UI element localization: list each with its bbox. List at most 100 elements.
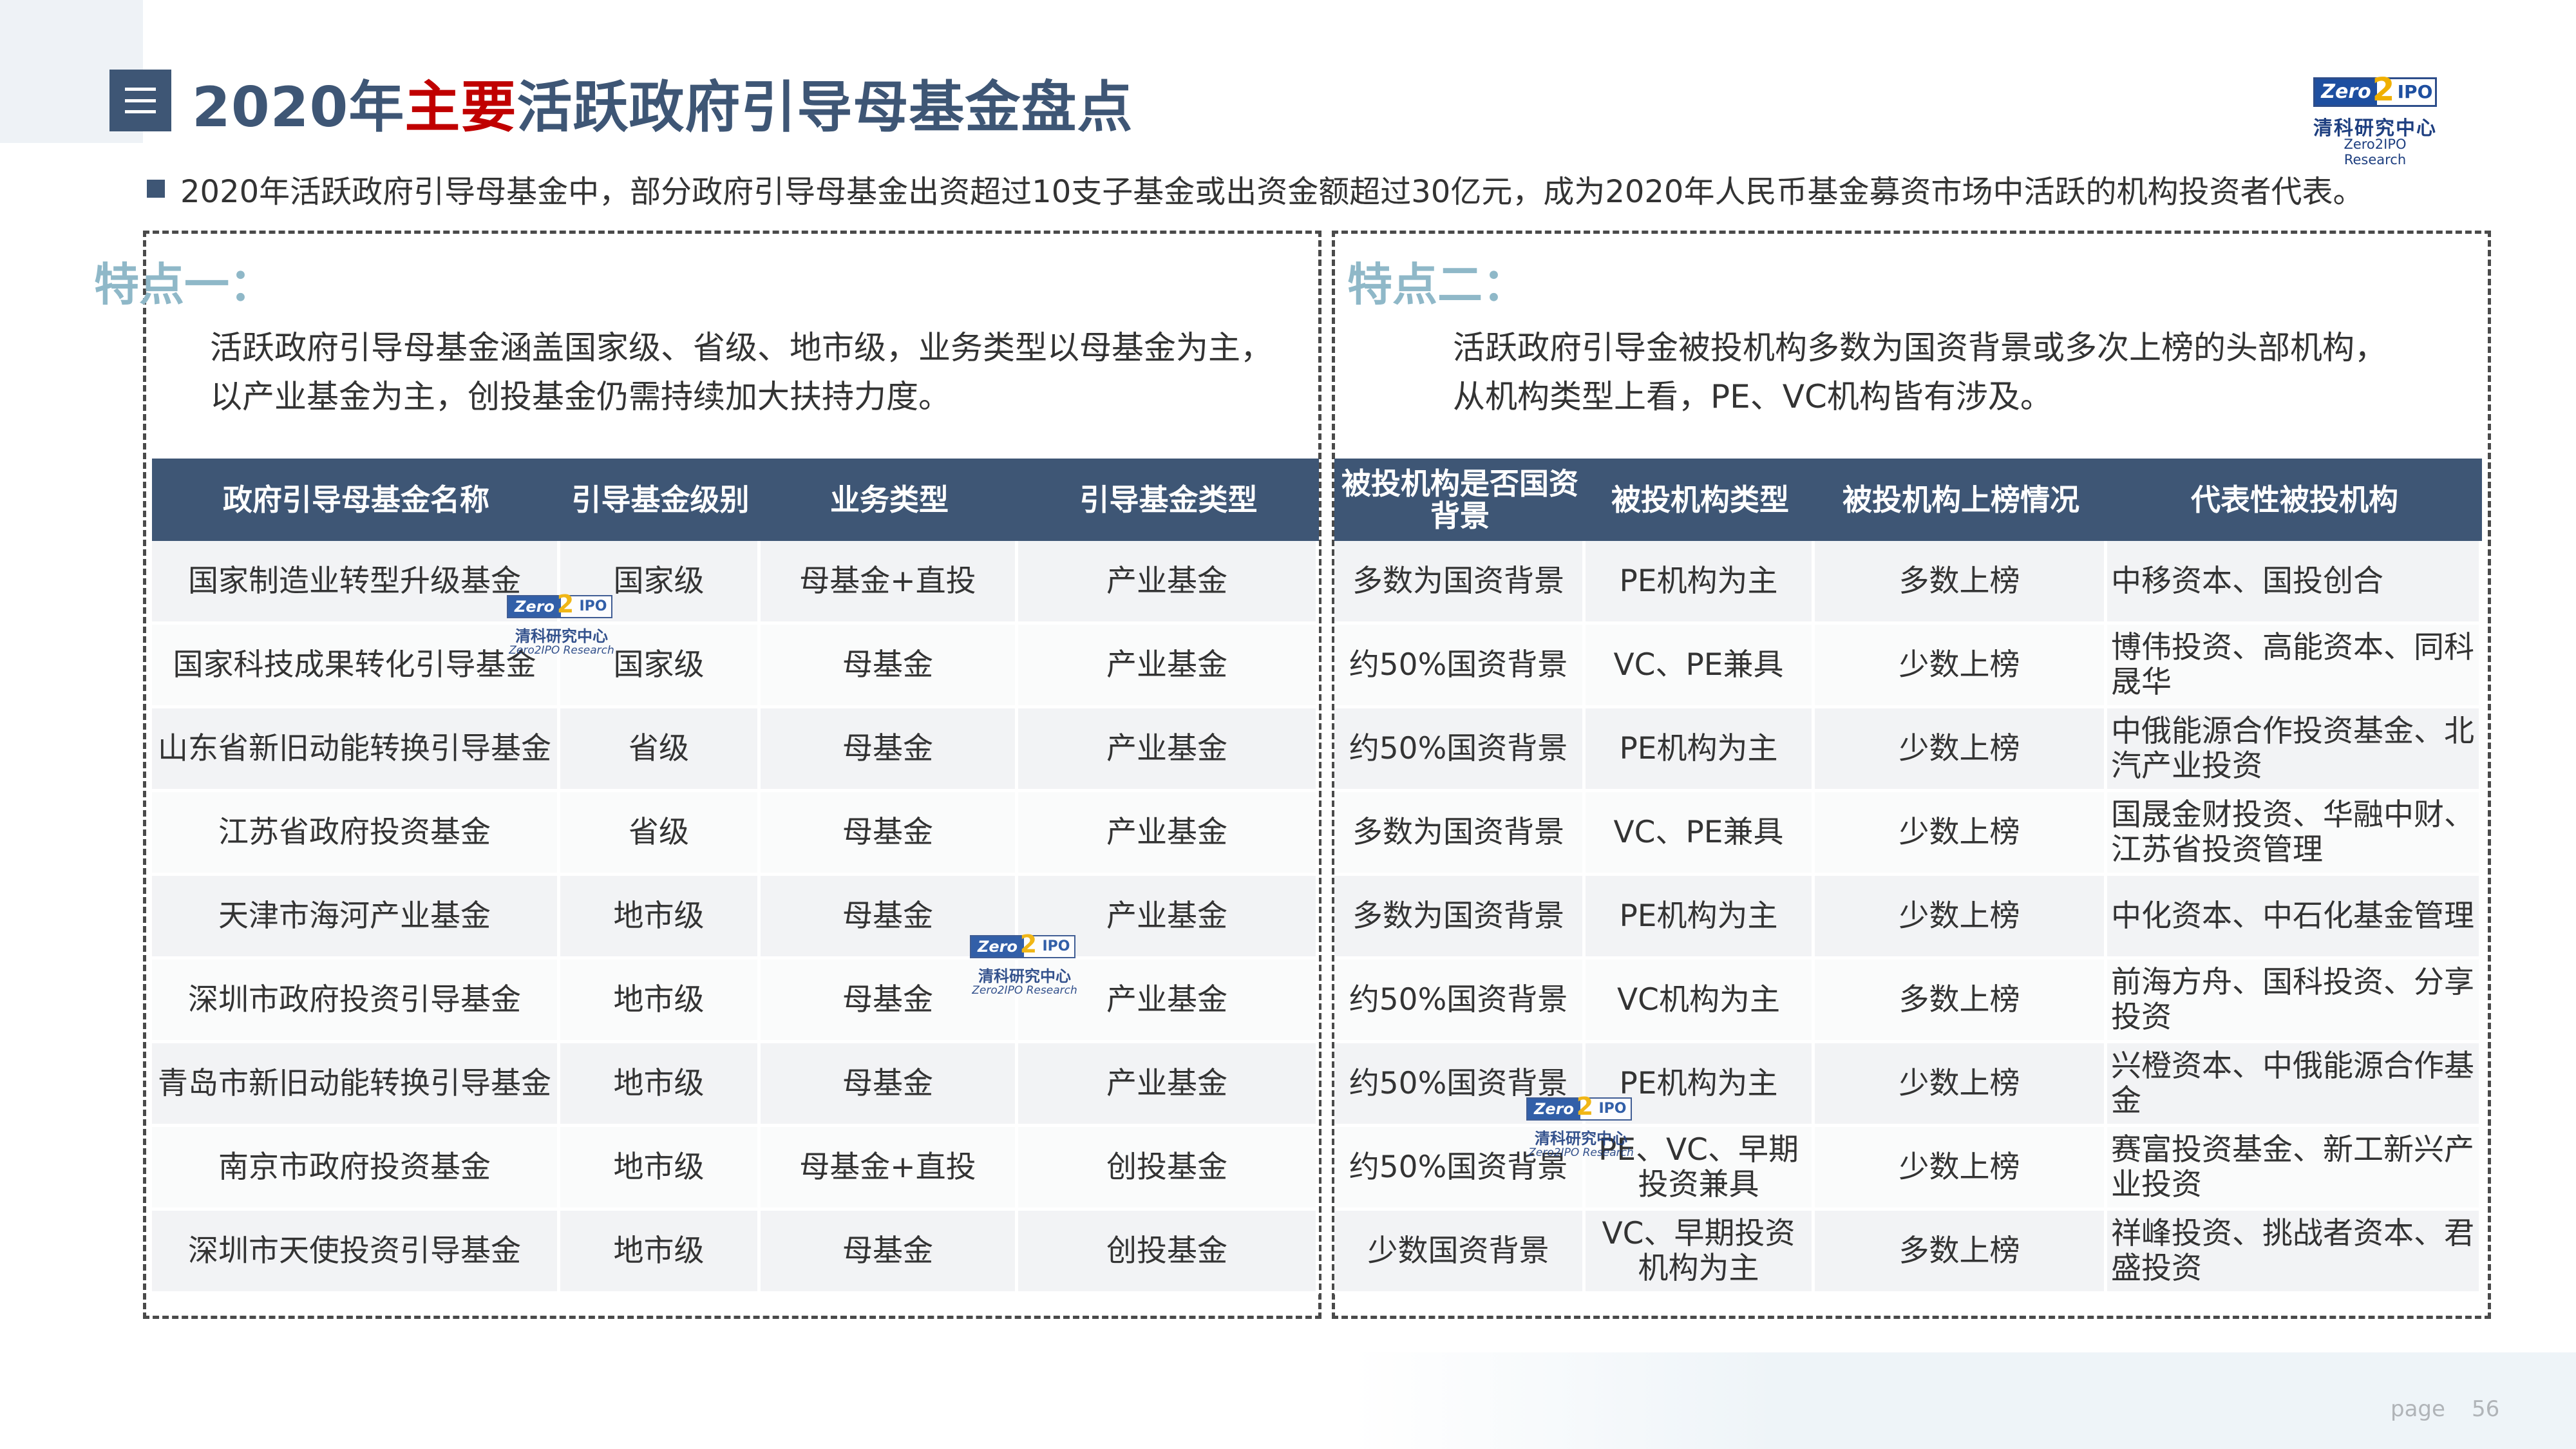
watermark-badge-two: 2 <box>1019 930 1037 958</box>
title-suffix: 活跃政府引导母基金盘点 <box>516 75 1133 140</box>
watermark-badge-right: IPO <box>1598 1101 1627 1117</box>
business-type-cell: 母基金 <box>761 625 1018 708</box>
table-row: 约50%国资背景 VC、PE兼具 少数上榜 博伟投资、高能资本、同科晟华 <box>1334 625 2482 708</box>
watermark-logo: Zero 2 IPO 清科研究中心 Zero2IPO Research <box>1526 1094 1636 1168</box>
fund-type-cell: 产业基金 <box>1018 1043 1319 1127</box>
page-label: page <box>2391 1396 2445 1422</box>
fund-level-cell: 地市级 <box>560 876 761 960</box>
representative-investee-cell: 祥峰投资、挑战者资本、君盛投资 <box>2107 1211 2482 1294</box>
fund-level-cell: 地市级 <box>560 1043 761 1127</box>
table-row: 少数国资背景 VC、早期投资机构为主 多数上榜 祥峰投资、挑战者资本、君盛投资 <box>1334 1211 2482 1294</box>
fund-name-cell: 国家制造业转型升级基金 <box>152 541 560 625</box>
menu-button[interactable] <box>109 70 171 131</box>
ranking-cell: 少数上榜 <box>1815 792 2107 876</box>
watermark-name-en: Zero2IPO Research <box>509 644 614 657</box>
column-header: 被投机构类型 <box>1586 459 1815 541</box>
fund-level-cell: 省级 <box>560 708 761 792</box>
summary-bullet: 2020年活跃政府引导母基金中，部分政府引导母基金出资超过10支子基金或出资金额… <box>147 166 2363 211</box>
fund-level-cell: 地市级 <box>560 1211 761 1294</box>
state-background-cell: 约50%国资背景 <box>1334 708 1586 792</box>
table-row: 约50%国资背景 PE机构为主 少数上榜 兴橙资本、中俄能源合作基金 <box>1334 1043 2482 1127</box>
fund-name-cell: 深圳市天使投资引导基金 <box>152 1211 560 1294</box>
watermark-badge-left: Zero <box>971 936 1024 957</box>
investee-type-cell: PE机构为主 <box>1586 708 1815 792</box>
table-row: 天津市海河产业基金 地市级 母基金 产业基金 <box>152 876 1319 960</box>
investee-type-cell: PE机构为主 <box>1586 541 1815 625</box>
bullet-square-icon <box>147 180 165 198</box>
state-background-cell: 多数为国资背景 <box>1334 876 1586 960</box>
state-background-cell: 少数国资背景 <box>1334 1211 1586 1294</box>
investee-type-cell: VC、PE兼具 <box>1586 625 1815 708</box>
fund-table: 政府引导母基金名称 引导基金级别 业务类型 引导基金类型 国家制造业转型升级基金… <box>152 459 1319 1294</box>
state-background-cell: 约50%国资背景 <box>1334 625 1586 708</box>
state-background-cell: 约50%国资背景 <box>1334 960 1586 1043</box>
table-row: 国家科技成果转化引导基金 国家级 母基金 产业基金 <box>152 625 1319 708</box>
fund-name-cell: 国家科技成果转化引导基金 <box>152 625 560 708</box>
logo-name-en: Zero2IPO Research <box>2344 137 2407 167</box>
column-header: 引导基金级别 <box>560 459 761 541</box>
representative-investee-cell: 赛富投资基金、新工新兴产业投资 <box>2107 1127 2482 1211</box>
table-row: 山东省新旧动能转换引导基金 省级 母基金 产业基金 <box>152 708 1319 792</box>
fund-type-cell: 产业基金 <box>1018 541 1319 625</box>
watermark-badge-right: IPO <box>579 598 607 614</box>
fund-level-cell: 地市级 <box>560 960 761 1043</box>
representative-investee-cell: 博伟投资、高能资本、同科晟华 <box>2107 625 2482 708</box>
fund-name-cell: 南京市政府投资基金 <box>152 1127 560 1211</box>
feature-one-description: 活跃政府引导母基金涵盖国家级、省级、地市级，业务类型以母基金为主， 以产业基金为… <box>210 323 1273 421</box>
fund-type-cell: 创投基金 <box>1018 1211 1319 1294</box>
ranking-cell: 多数上榜 <box>1815 541 2107 625</box>
business-type-cell: 母基金+直投 <box>761 1127 1018 1211</box>
table-row: 深圳市政府投资引导基金 地市级 母基金 产业基金 <box>152 960 1319 1043</box>
ranking-cell: 少数上榜 <box>1815 1127 2107 1211</box>
table-row: 青岛市新旧动能转换引导基金 地市级 母基金 产业基金 <box>152 1043 1319 1127</box>
feature-two-title: 特点二： <box>1347 258 1528 311</box>
representative-investee-cell: 前海方舟、国科投资、分享投资 <box>2107 960 2482 1043</box>
title-prefix: 2020年 <box>192 75 405 140</box>
logo-badge: Zero 2 IPO <box>2313 73 2437 107</box>
fund-type-cell: 创投基金 <box>1018 1127 1319 1211</box>
table-row: 深圳市天使投资引导基金 地市级 母基金 创投基金 <box>152 1211 1319 1294</box>
investee-table: 被投机构是否国资背景 被投机构类型 被投机构上榜情况 代表性被投机构 多数为国资… <box>1334 459 2482 1294</box>
watermark-logo: Zero 2 IPO 清科研究中心 Zero2IPO Research <box>507 591 616 666</box>
representative-investee-cell: 中移资本、国投创合 <box>2107 541 2482 625</box>
ranking-cell: 少数上榜 <box>1815 708 2107 792</box>
watermark-badge-right: IPO <box>1042 938 1070 954</box>
feature-two-desc-line: 从机构类型上看，PE、VC机构皆有涉及。 <box>1453 378 2052 415</box>
table-row: 南京市政府投资基金 地市级 母基金+直投 创投基金 <box>152 1127 1319 1211</box>
watermark-name-cn: 清科研究中心 <box>1535 1130 1627 1148</box>
page-title: 2020年主要活跃政府引导母基金盘点 <box>192 62 1133 142</box>
table-header-row: 被投机构是否国资背景 被投机构类型 被投机构上榜情况 代表性被投机构 <box>1334 459 2482 541</box>
fund-level-cell: 省级 <box>560 792 761 876</box>
table-row: 多数为国资背景 VC、PE兼具 少数上榜 国晟金财投资、华融中财、江苏省投资管理 <box>1334 792 2482 876</box>
fund-name-cell: 青岛市新旧动能转换引导基金 <box>152 1043 560 1127</box>
watermark-badge: Zero 2 IPO <box>507 591 612 618</box>
ranking-cell: 少数上榜 <box>1815 876 2107 960</box>
table-row: 江苏省政府投资基金 省级 母基金 产业基金 <box>152 792 1319 876</box>
watermark-name-en: Zero2IPO Research <box>972 984 1077 997</box>
summary-text: 2020年活跃政府引导母基金中，部分政府引导母基金出资超过10支子基金或出资金额… <box>180 174 2364 210</box>
business-type-cell: 母基金 <box>761 1211 1018 1294</box>
business-type-cell: 母基金 <box>761 792 1018 876</box>
column-header: 业务类型 <box>761 459 1018 541</box>
ranking-cell: 多数上榜 <box>1815 1211 2107 1294</box>
ranking-cell: 少数上榜 <box>1815 1043 2107 1127</box>
watermark-name-cn: 清科研究中心 <box>515 627 608 645</box>
table-row: 约50%国资背景 PE、VC、早期投资兼具 少数上榜 赛富投资基金、新工新兴产业投资 <box>1334 1127 2482 1211</box>
business-type-cell: 母基金 <box>761 708 1018 792</box>
watermark-badge-left: Zero <box>508 596 561 617</box>
menu-icon <box>125 88 156 113</box>
fund-name-cell: 深圳市政府投资引导基金 <box>152 960 560 1043</box>
representative-investee-cell: 兴橙资本、中俄能源合作基金 <box>2107 1043 2482 1127</box>
watermark-badge: Zero 2 IPO <box>970 931 1075 958</box>
fund-type-cell: 产业基金 <box>1018 792 1319 876</box>
business-type-cell: 母基金 <box>761 1043 1018 1127</box>
representative-investee-cell: 中化资本、中石化基金管理 <box>2107 876 2482 960</box>
state-background-cell: 多数为国资背景 <box>1334 541 1586 625</box>
watermark-name-cn: 清科研究中心 <box>978 967 1071 985</box>
logo-badge-left: Zero <box>2315 79 2377 105</box>
column-header: 被投机构是否国资背景 <box>1334 459 1586 541</box>
watermark-badge-left: Zero <box>1528 1099 1580 1119</box>
column-header: 引导基金类型 <box>1018 459 1319 541</box>
feature-one-title: 特点一： <box>94 258 274 311</box>
table-row: 多数为国资背景 PE机构为主 少数上榜 中化资本、中石化基金管理 <box>1334 876 2482 960</box>
